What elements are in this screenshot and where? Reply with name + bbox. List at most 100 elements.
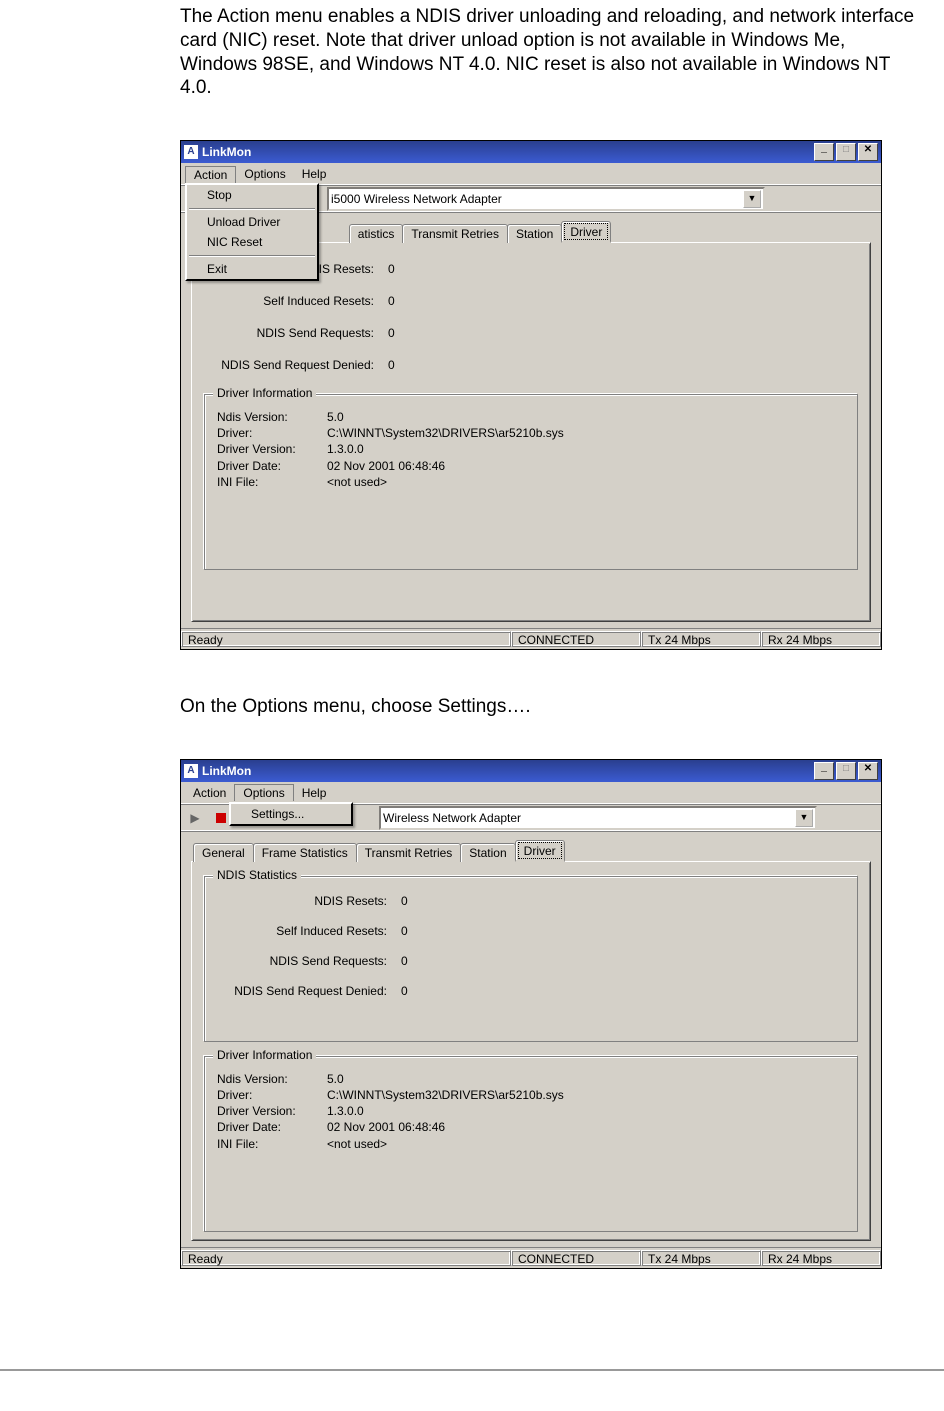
ini-file-value: <not used> — [327, 474, 387, 490]
status-ready: Ready — [181, 631, 511, 647]
menu-options[interactable]: Options — [236, 166, 293, 182]
menu-help[interactable]: Help — [294, 785, 335, 801]
adapter-text: Wireless Network Adapter — [383, 811, 795, 825]
statusbar: Ready CONNECTED Tx 24 Mbps Rx 24 Mbps — [181, 1247, 881, 1268]
driver-info-group: Driver Information Ndis Version:5.0 Driv… — [204, 394, 858, 570]
intro-paragraph: The Action menu enables a NDIS driver un… — [180, 5, 920, 100]
status-rx: Rx 24 Mbps — [761, 631, 881, 647]
linkmon-window-action-menu: A LinkMon _ □ ✕ Action Options Help Stop… — [180, 140, 882, 650]
action-nic-reset[interactable]: NIC Reset — [187, 232, 317, 252]
action-unload-driver[interactable]: Unload Driver — [187, 212, 317, 232]
status-tx: Tx 24 Mbps — [641, 631, 761, 647]
ndis-resets-value: 0 — [388, 262, 858, 276]
driver-date-value: 02 Nov 2001 06:48:46 — [327, 458, 445, 474]
self-induced-value: 0 — [401, 924, 845, 938]
ini-file-value: <not used> — [327, 1136, 387, 1152]
driver-version-label: Driver Version: — [217, 1103, 327, 1119]
app-icon: A — [184, 764, 198, 778]
status-connected: CONNECTED — [511, 631, 641, 647]
ndis-denied-label: NDIS Send Request Denied: — [217, 984, 401, 998]
driver-date-label: Driver Date: — [217, 1119, 327, 1135]
tab-station[interactable]: Station — [460, 843, 515, 862]
driver-date-label: Driver Date: — [217, 458, 327, 474]
action-stop[interactable]: Stop — [187, 185, 317, 205]
minimize-button[interactable]: _ — [814, 762, 834, 780]
separator — [189, 208, 315, 209]
menu-action[interactable]: Action — [185, 166, 236, 183]
status-rx: Rx 24 Mbps — [761, 1250, 881, 1266]
tab-general[interactable]: General — [193, 843, 254, 862]
tab-panel: NDIS Resets:0 Self Induced Resets:0 NDIS… — [191, 242, 871, 622]
adapter-combo[interactable]: Wireless Network Adapter ▼ — [379, 806, 817, 830]
titlebar[interactable]: A LinkMon _ □ ✕ — [181, 141, 881, 163]
adapter-combo[interactable]: i5000 Wireless Network Adapter ▼ — [327, 187, 765, 211]
tab-station[interactable]: Station — [507, 224, 562, 243]
self-induced-label: Self Induced Resets: — [217, 924, 401, 938]
tabstrip: General atistics Transmit Retries Statio… — [331, 221, 871, 243]
action-dropdown: Stop Unload Driver NIC Reset Exit — [185, 183, 319, 281]
tab-transmit-retries[interactable]: Transmit Retries — [356, 843, 462, 862]
ndis-send-label: NDIS Send Requests: — [217, 954, 401, 968]
ndis-send-label: NDIS Send Requests: — [204, 326, 388, 340]
play-icon[interactable]: ▶ — [187, 810, 203, 826]
ndis-version-value: 5.0 — [327, 409, 344, 425]
ini-file-label: INI File: — [217, 1136, 327, 1152]
status-tx: Tx 24 Mbps — [641, 1250, 761, 1266]
ndis-resets-label: NDIS Resets: — [217, 894, 401, 908]
options-paragraph: On the Options menu, choose Settings…. — [180, 695, 920, 719]
ndis-denied-value: 0 — [401, 984, 845, 998]
statusbar: Ready CONNECTED Tx 24 Mbps Rx 24 Mbps — [181, 628, 881, 649]
adapter-text: i5000 Wireless Network Adapter — [331, 192, 743, 206]
self-induced-value: 0 — [388, 294, 858, 308]
ndis-version-label: Ndis Version: — [217, 1071, 327, 1087]
maximize-button[interactable]: □ — [836, 762, 856, 780]
ndis-resets-value: 0 — [401, 894, 845, 908]
linkmon-window-options-menu: A LinkMon _ □ ✕ Action Options Help Sett… — [180, 759, 882, 1269]
tabstrip: General Frame Statistics Transmit Retrie… — [193, 840, 871, 862]
ndis-stats-group: NDIS Statistics NDIS Resets:0 Self Induc… — [204, 876, 858, 1042]
driver-version-value: 1.3.0.0 — [327, 441, 364, 457]
minimize-button[interactable]: _ — [814, 143, 834, 161]
ndis-send-value: 0 — [388, 326, 858, 340]
tab-frame-statistics[interactable]: atistics — [349, 224, 404, 243]
driver-info-legend: Driver Information — [213, 386, 316, 400]
maximize-button[interactable]: □ — [836, 143, 856, 161]
menu-options[interactable]: Options — [234, 784, 293, 801]
ndis-denied-value: 0 — [388, 358, 858, 372]
driver-date-value: 02 Nov 2001 06:48:46 — [327, 1119, 445, 1135]
tab-frame-statistics[interactable]: Frame Statistics — [253, 843, 357, 862]
options-settings[interactable]: Settings... — [231, 804, 351, 824]
tab-transmit-retries[interactable]: Transmit Retries — [402, 224, 508, 243]
ndis-send-value: 0 — [401, 954, 845, 968]
stop-icon[interactable] — [213, 810, 229, 826]
chevron-down-icon[interactable]: ▼ — [795, 809, 813, 827]
titlebar[interactable]: A LinkMon _ □ ✕ — [181, 760, 881, 782]
action-exit[interactable]: Exit — [187, 259, 317, 279]
close-button[interactable]: ✕ — [858, 762, 878, 780]
ndis-stats-legend: NDIS Statistics — [213, 868, 301, 882]
window-title: LinkMon — [202, 145, 814, 159]
self-induced-label: Self Induced Resets: — [204, 294, 388, 308]
ndis-version-label: Ndis Version: — [217, 409, 327, 425]
window-title: LinkMon — [202, 764, 814, 778]
driver-path-value: C:\WINNT\System32\DRIVERS\ar5210b.sys — [327, 1087, 564, 1103]
menu-help[interactable]: Help — [294, 166, 335, 182]
page-footer-rule — [0, 1369, 944, 1371]
driver-info-legend: Driver Information — [213, 1048, 316, 1062]
app-icon: A — [184, 145, 198, 159]
tab-panel: NDIS Statistics NDIS Resets:0 Self Induc… — [191, 861, 871, 1241]
ini-file-label: INI File: — [217, 474, 327, 490]
tab-driver[interactable]: Driver — [561, 221, 611, 243]
chevron-down-icon[interactable]: ▼ — [743, 190, 761, 208]
separator — [189, 255, 315, 256]
tab-driver[interactable]: Driver — [515, 840, 565, 862]
driver-path-label: Driver: — [217, 1087, 327, 1103]
close-button[interactable]: ✕ — [858, 143, 878, 161]
driver-info-group: Driver Information Ndis Version:5.0 Driv… — [204, 1056, 858, 1232]
options-dropdown: Settings... — [229, 802, 353, 826]
menu-action[interactable]: Action — [185, 785, 234, 801]
ndis-version-value: 5.0 — [327, 1071, 344, 1087]
status-connected: CONNECTED — [511, 1250, 641, 1266]
driver-version-value: 1.3.0.0 — [327, 1103, 364, 1119]
driver-path-value: C:\WINNT\System32\DRIVERS\ar5210b.sys — [327, 425, 564, 441]
